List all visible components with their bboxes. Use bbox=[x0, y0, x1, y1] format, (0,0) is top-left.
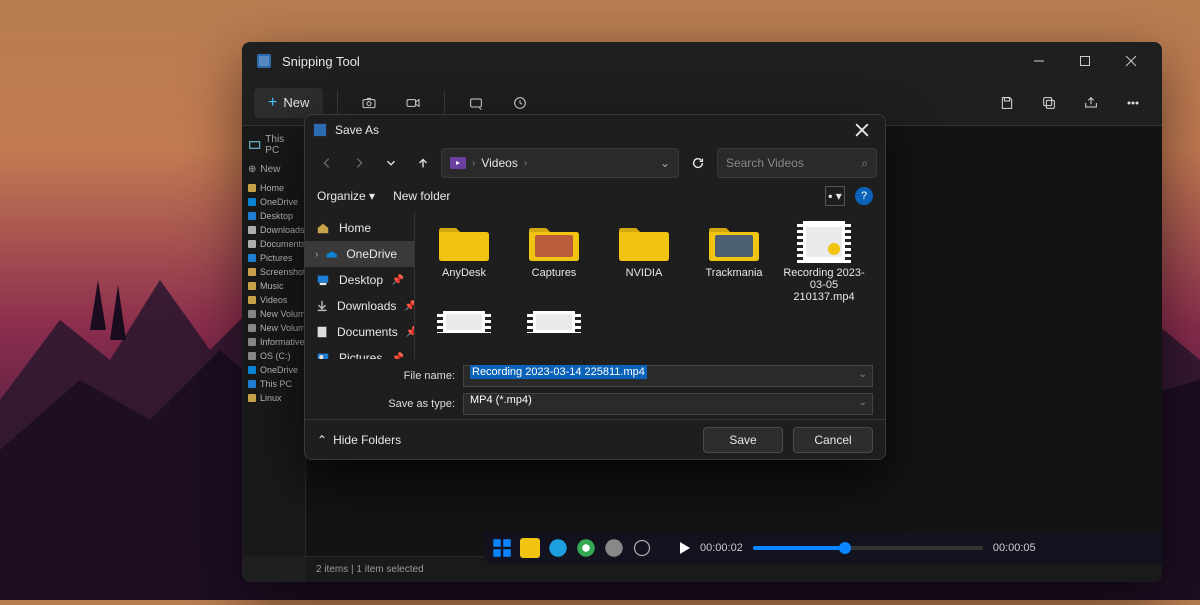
folder-item[interactable]: NVIDIA bbox=[603, 221, 685, 303]
sidebar-item-home[interactable]: Home bbox=[305, 215, 414, 241]
titlebar: Snipping Tool bbox=[242, 42, 1162, 80]
sidebar-item-documents[interactable]: Documents📌 bbox=[305, 319, 414, 345]
view-options-button[interactable]: ▪ ▾ bbox=[825, 186, 845, 206]
close-button[interactable] bbox=[1108, 42, 1154, 80]
sidebar-item[interactable]: OneDrive bbox=[242, 363, 305, 377]
folder-item[interactable]: AnyDesk bbox=[423, 221, 505, 303]
search-placeholder: Search Videos bbox=[726, 156, 804, 170]
hide-folders-toggle[interactable]: ⌃ Hide Folders bbox=[317, 433, 401, 447]
sidebar-item[interactable]: Pictures bbox=[242, 251, 305, 265]
camera-icon[interactable] bbox=[352, 88, 386, 118]
start-icon[interactable] bbox=[492, 538, 512, 558]
sidebar-item[interactable]: This PC bbox=[242, 377, 305, 391]
filename-label: File name: bbox=[375, 370, 455, 382]
current-time: 00:00:02 bbox=[700, 542, 743, 554]
sidebar-item[interactable]: Downloads bbox=[242, 223, 305, 237]
taskbar: 00:00:02 00:00:05 ^ ☁ ENGIN 📶 🔊 22:5814-… bbox=[484, 532, 1162, 564]
chrome-icon[interactable] bbox=[576, 538, 596, 558]
plus-icon: + bbox=[268, 94, 277, 112]
share-icon[interactable] bbox=[1074, 88, 1108, 118]
dialog-sidebar: Home›OneDriveDesktop📌Downloads📌Documents… bbox=[305, 211, 415, 359]
media-player: 00:00:02 00:00:05 bbox=[680, 542, 1036, 554]
refresh-button[interactable] bbox=[683, 148, 713, 178]
folder-item[interactable]: Captures bbox=[513, 221, 595, 303]
organize-dropdown[interactable]: Organize ▾ bbox=[317, 189, 375, 203]
filename-input[interactable]: Recording 2023-03-14 225811.mp4 bbox=[463, 365, 873, 387]
chevron-up-icon: ⌃ bbox=[317, 433, 327, 447]
play-button[interactable] bbox=[680, 542, 690, 554]
sidebar-item[interactable]: Videos bbox=[242, 293, 305, 307]
explorer-new[interactable]: ⊕ New bbox=[242, 160, 305, 179]
sidebar-item[interactable]: Desktop bbox=[242, 209, 305, 223]
total-time: 00:00:05 bbox=[993, 542, 1036, 554]
explorer-sidebar: This PC ⊕ New HomeOneDriveDesktopDownloa… bbox=[242, 126, 306, 556]
chevron-down-icon[interactable]: ⌄ bbox=[660, 156, 670, 170]
sidebar-item-pictures[interactable]: Pictures📌 bbox=[305, 345, 414, 359]
sidebar-item[interactable]: Documents bbox=[242, 237, 305, 251]
cancel-button[interactable]: Cancel bbox=[793, 427, 873, 453]
recent-dropdown[interactable] bbox=[377, 149, 405, 177]
sidebar-item[interactable]: Screenshots bbox=[242, 265, 305, 279]
filetype-select[interactable]: MP4 (*.mp4) bbox=[463, 393, 873, 415]
app-icon-generic[interactable] bbox=[604, 538, 624, 558]
save-icon[interactable] bbox=[990, 88, 1024, 118]
sidebar-item-downloads[interactable]: Downloads📌 bbox=[305, 293, 414, 319]
app-icon bbox=[256, 53, 272, 69]
videos-folder-icon bbox=[450, 155, 466, 172]
status-text: 2 items | 1 item selected bbox=[316, 564, 424, 575]
separator bbox=[444, 91, 445, 115]
file-item[interactable] bbox=[513, 311, 595, 333]
delay-dropdown[interactable] bbox=[503, 88, 537, 118]
explorer-header: This PC bbox=[242, 130, 305, 160]
sidebar-item[interactable]: Linux bbox=[242, 391, 305, 405]
chevron-down-icon[interactable]: ⌄ bbox=[859, 397, 867, 408]
back-button[interactable] bbox=[313, 149, 341, 177]
settings-taskbar-icon[interactable] bbox=[632, 538, 652, 558]
sidebar-item[interactable]: OneDrive bbox=[242, 195, 305, 209]
app-title: Snipping Tool bbox=[282, 54, 1016, 69]
forward-button[interactable] bbox=[345, 149, 373, 177]
sidebar-item[interactable]: Home bbox=[242, 181, 305, 195]
search-input[interactable]: Search Videos ⌕ bbox=[717, 148, 877, 178]
up-button[interactable] bbox=[409, 149, 437, 177]
maximize-button[interactable] bbox=[1062, 42, 1108, 80]
progress-bar[interactable] bbox=[753, 546, 983, 550]
new-button-label: New bbox=[283, 95, 309, 110]
save-as-dialog: Save As › Videos › ⌄ Search Videos ⌕ Org… bbox=[304, 114, 886, 460]
sidebar-item[interactable]: OS (C:) bbox=[242, 349, 305, 363]
sidebar-item[interactable]: Informative bbox=[242, 335, 305, 349]
file-grid: AnyDeskCapturesNVIDIATrackmaniaRecording… bbox=[415, 211, 885, 359]
file-item[interactable] bbox=[423, 311, 505, 333]
folder-item[interactable]: Trackmania bbox=[693, 221, 775, 303]
help-button[interactable]: ? bbox=[855, 187, 873, 205]
more-icon[interactable] bbox=[1116, 88, 1150, 118]
sidebar-item-onedrive[interactable]: ›OneDrive bbox=[305, 241, 414, 267]
breadcrumb-item[interactable]: Videos bbox=[481, 156, 517, 170]
chevron-down-icon[interactable]: ⌄ bbox=[859, 369, 867, 380]
edge-icon[interactable] bbox=[548, 538, 568, 558]
sidebar-item[interactable]: New Volume bbox=[242, 321, 305, 335]
sidebar-item-desktop[interactable]: Desktop📌 bbox=[305, 267, 414, 293]
sidebar-item[interactable]: Music bbox=[242, 279, 305, 293]
snip-mode-dropdown[interactable] bbox=[459, 88, 493, 118]
dialog-title: Save As bbox=[335, 123, 847, 137]
minimize-button[interactable] bbox=[1016, 42, 1062, 80]
video-icon[interactable] bbox=[396, 88, 430, 118]
sidebar-item[interactable]: New Volume bbox=[242, 307, 305, 321]
address-bar[interactable]: › Videos › ⌄ bbox=[441, 148, 679, 178]
separator bbox=[337, 91, 338, 115]
filetype-label: Save as type: bbox=[375, 398, 455, 410]
new-folder-button[interactable]: New folder bbox=[393, 189, 450, 203]
explorer-taskbar-icon[interactable] bbox=[520, 538, 540, 558]
dialog-icon bbox=[313, 123, 327, 137]
save-button[interactable]: Save bbox=[703, 427, 783, 453]
search-icon: ⌕ bbox=[861, 156, 868, 171]
dialog-close-button[interactable] bbox=[847, 115, 877, 145]
file-item[interactable]: Recording 2023-03-05 210137.mp4 bbox=[783, 221, 865, 303]
new-button[interactable]: + New bbox=[254, 88, 323, 118]
copy-icon[interactable] bbox=[1032, 88, 1066, 118]
